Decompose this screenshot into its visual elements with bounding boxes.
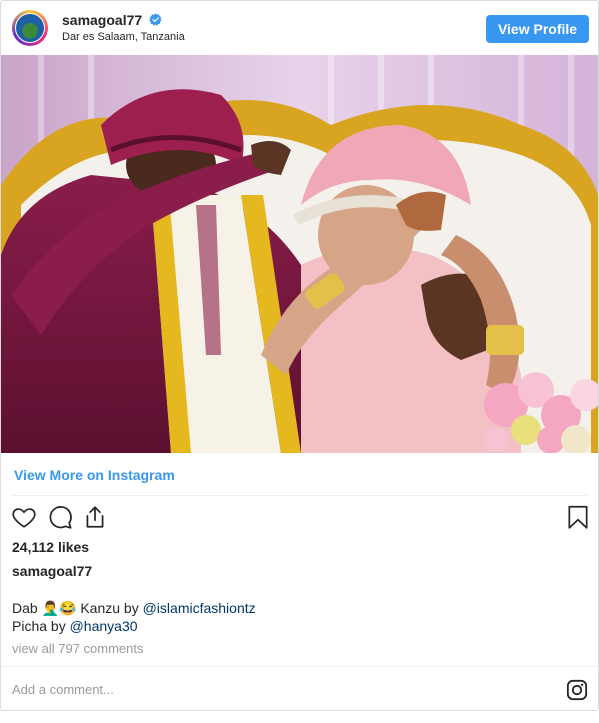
bookmark-icon[interactable] xyxy=(565,504,593,532)
add-comment-input[interactable]: Add a comment... xyxy=(12,682,114,697)
instagram-embed-card: samagoal77 Dar es Salaam, Tanzania View … xyxy=(0,0,599,711)
caption-text: Picha by xyxy=(12,618,70,634)
mention-link[interactable]: @hanya30 xyxy=(70,618,138,634)
likes-count[interactable]: 24,112 likes xyxy=(12,539,89,555)
username-link[interactable]: samagoal77 xyxy=(62,12,142,28)
caption-line-1: Dab 🤦‍♂️😂 Kanzu by @islamicfashiontz xyxy=(12,599,256,617)
divider xyxy=(1,666,598,667)
post-header: samagoal77 Dar es Salaam, Tanzania View … xyxy=(1,1,598,55)
avatar-image xyxy=(15,13,45,43)
caption-line-2: Picha by @hanya30 xyxy=(12,617,256,635)
post-owner-username[interactable]: samagoal77 xyxy=(12,563,92,579)
divider xyxy=(12,495,587,496)
post-caption: Dab 🤦‍♂️😂 Kanzu by @islamicfashiontz Pic… xyxy=(12,599,256,635)
mention-link[interactable]: @islamicfashiontz xyxy=(143,600,256,616)
view-more-link[interactable]: View More on Instagram xyxy=(14,467,175,483)
share-icon[interactable] xyxy=(82,504,110,532)
comment-icon[interactable] xyxy=(47,504,75,532)
heart-icon[interactable] xyxy=(11,504,39,532)
post-photo-illustration xyxy=(1,55,598,453)
view-all-comments-link[interactable]: view all 797 comments xyxy=(12,641,144,656)
view-profile-button[interactable]: View Profile xyxy=(486,15,589,43)
action-bar xyxy=(1,504,598,532)
caption-text: Dab 🤦‍♂️😂 Kanzu by xyxy=(12,600,143,616)
avatar[interactable] xyxy=(12,10,48,46)
location-link[interactable]: Dar es Salaam, Tanzania xyxy=(62,31,185,43)
verified-badge-icon xyxy=(149,13,162,26)
instagram-logo-icon[interactable] xyxy=(566,679,588,701)
post-image[interactable] xyxy=(1,55,598,453)
